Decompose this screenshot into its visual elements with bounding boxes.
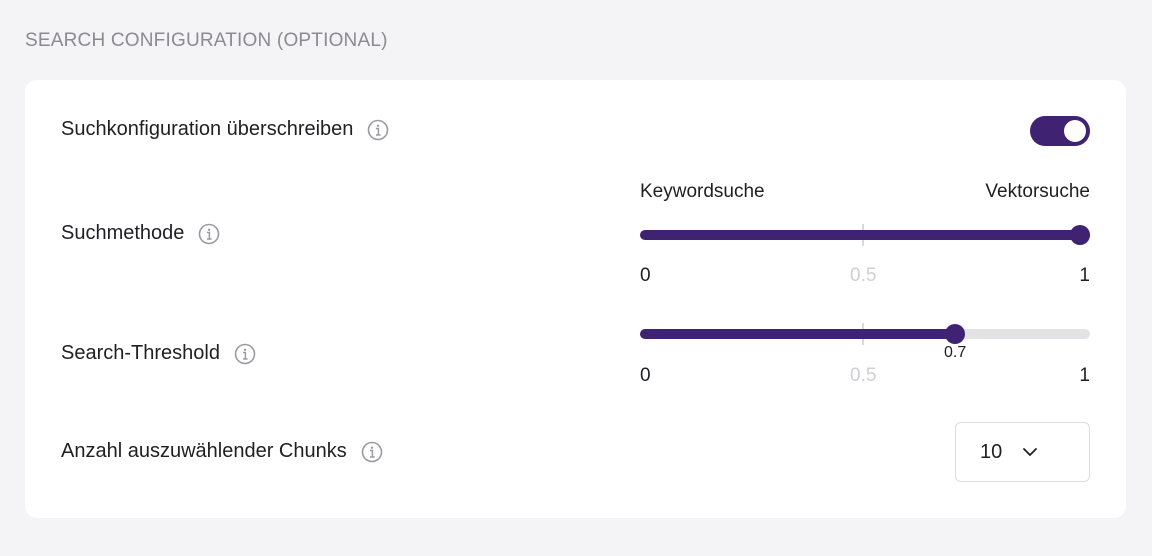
slider-thumb[interactable] <box>1070 225 1090 245</box>
threshold-slider[interactable] <box>640 323 1090 345</box>
toggle-knob <box>1064 120 1086 142</box>
slider-max-label: 1 <box>1079 365 1090 386</box>
info-icon[interactable] <box>361 441 383 463</box>
slider-fill <box>640 329 955 339</box>
override-label: Suchkonfiguration überschreiben <box>61 118 354 140</box>
chevron-down-icon <box>1020 442 1040 462</box>
slider-max-label: 1 <box>1079 265 1090 286</box>
slider-thumb[interactable] <box>945 324 965 344</box>
info-icon[interactable] <box>367 119 389 141</box>
search-method-row: Suchmethode <box>61 222 220 245</box>
chunks-row: Anzahl auszuwählender Chunks <box>61 440 383 463</box>
chunks-label: Anzahl auszuwählender Chunks <box>61 440 347 462</box>
threshold-row: Search-Threshold <box>61 342 256 365</box>
slider-mid-label: 0.5 <box>850 265 877 286</box>
chunks-select-value: 10 <box>980 440 1003 463</box>
search-method-label: Suchmethode <box>61 222 185 244</box>
slider-min-label: 0 <box>640 365 651 386</box>
slider-fill <box>640 230 1090 240</box>
info-icon[interactable] <box>234 343 256 365</box>
override-toggle[interactable] <box>1030 116 1090 146</box>
info-icon[interactable] <box>198 223 220 245</box>
vector-search-label: Vektorsuche <box>985 181 1090 202</box>
keyword-search-label: Keywordsuche <box>640 181 765 202</box>
threshold-label: Search-Threshold <box>61 342 220 364</box>
search-config-card: Suchkonfiguration überschreiben Keywords… <box>25 80 1126 518</box>
chunks-select[interactable]: 10 <box>955 422 1090 482</box>
threshold-value-label: 0.7 <box>944 344 967 361</box>
slider-min-label: 0 <box>640 265 651 286</box>
search-method-slider[interactable] <box>640 224 1090 246</box>
slider-mid-label: 0.5 <box>850 365 877 386</box>
override-row: Suchkonfiguration überschreiben <box>61 118 389 141</box>
section-title: SEARCH CONFIGURATION (OPTIONAL) <box>25 30 388 51</box>
